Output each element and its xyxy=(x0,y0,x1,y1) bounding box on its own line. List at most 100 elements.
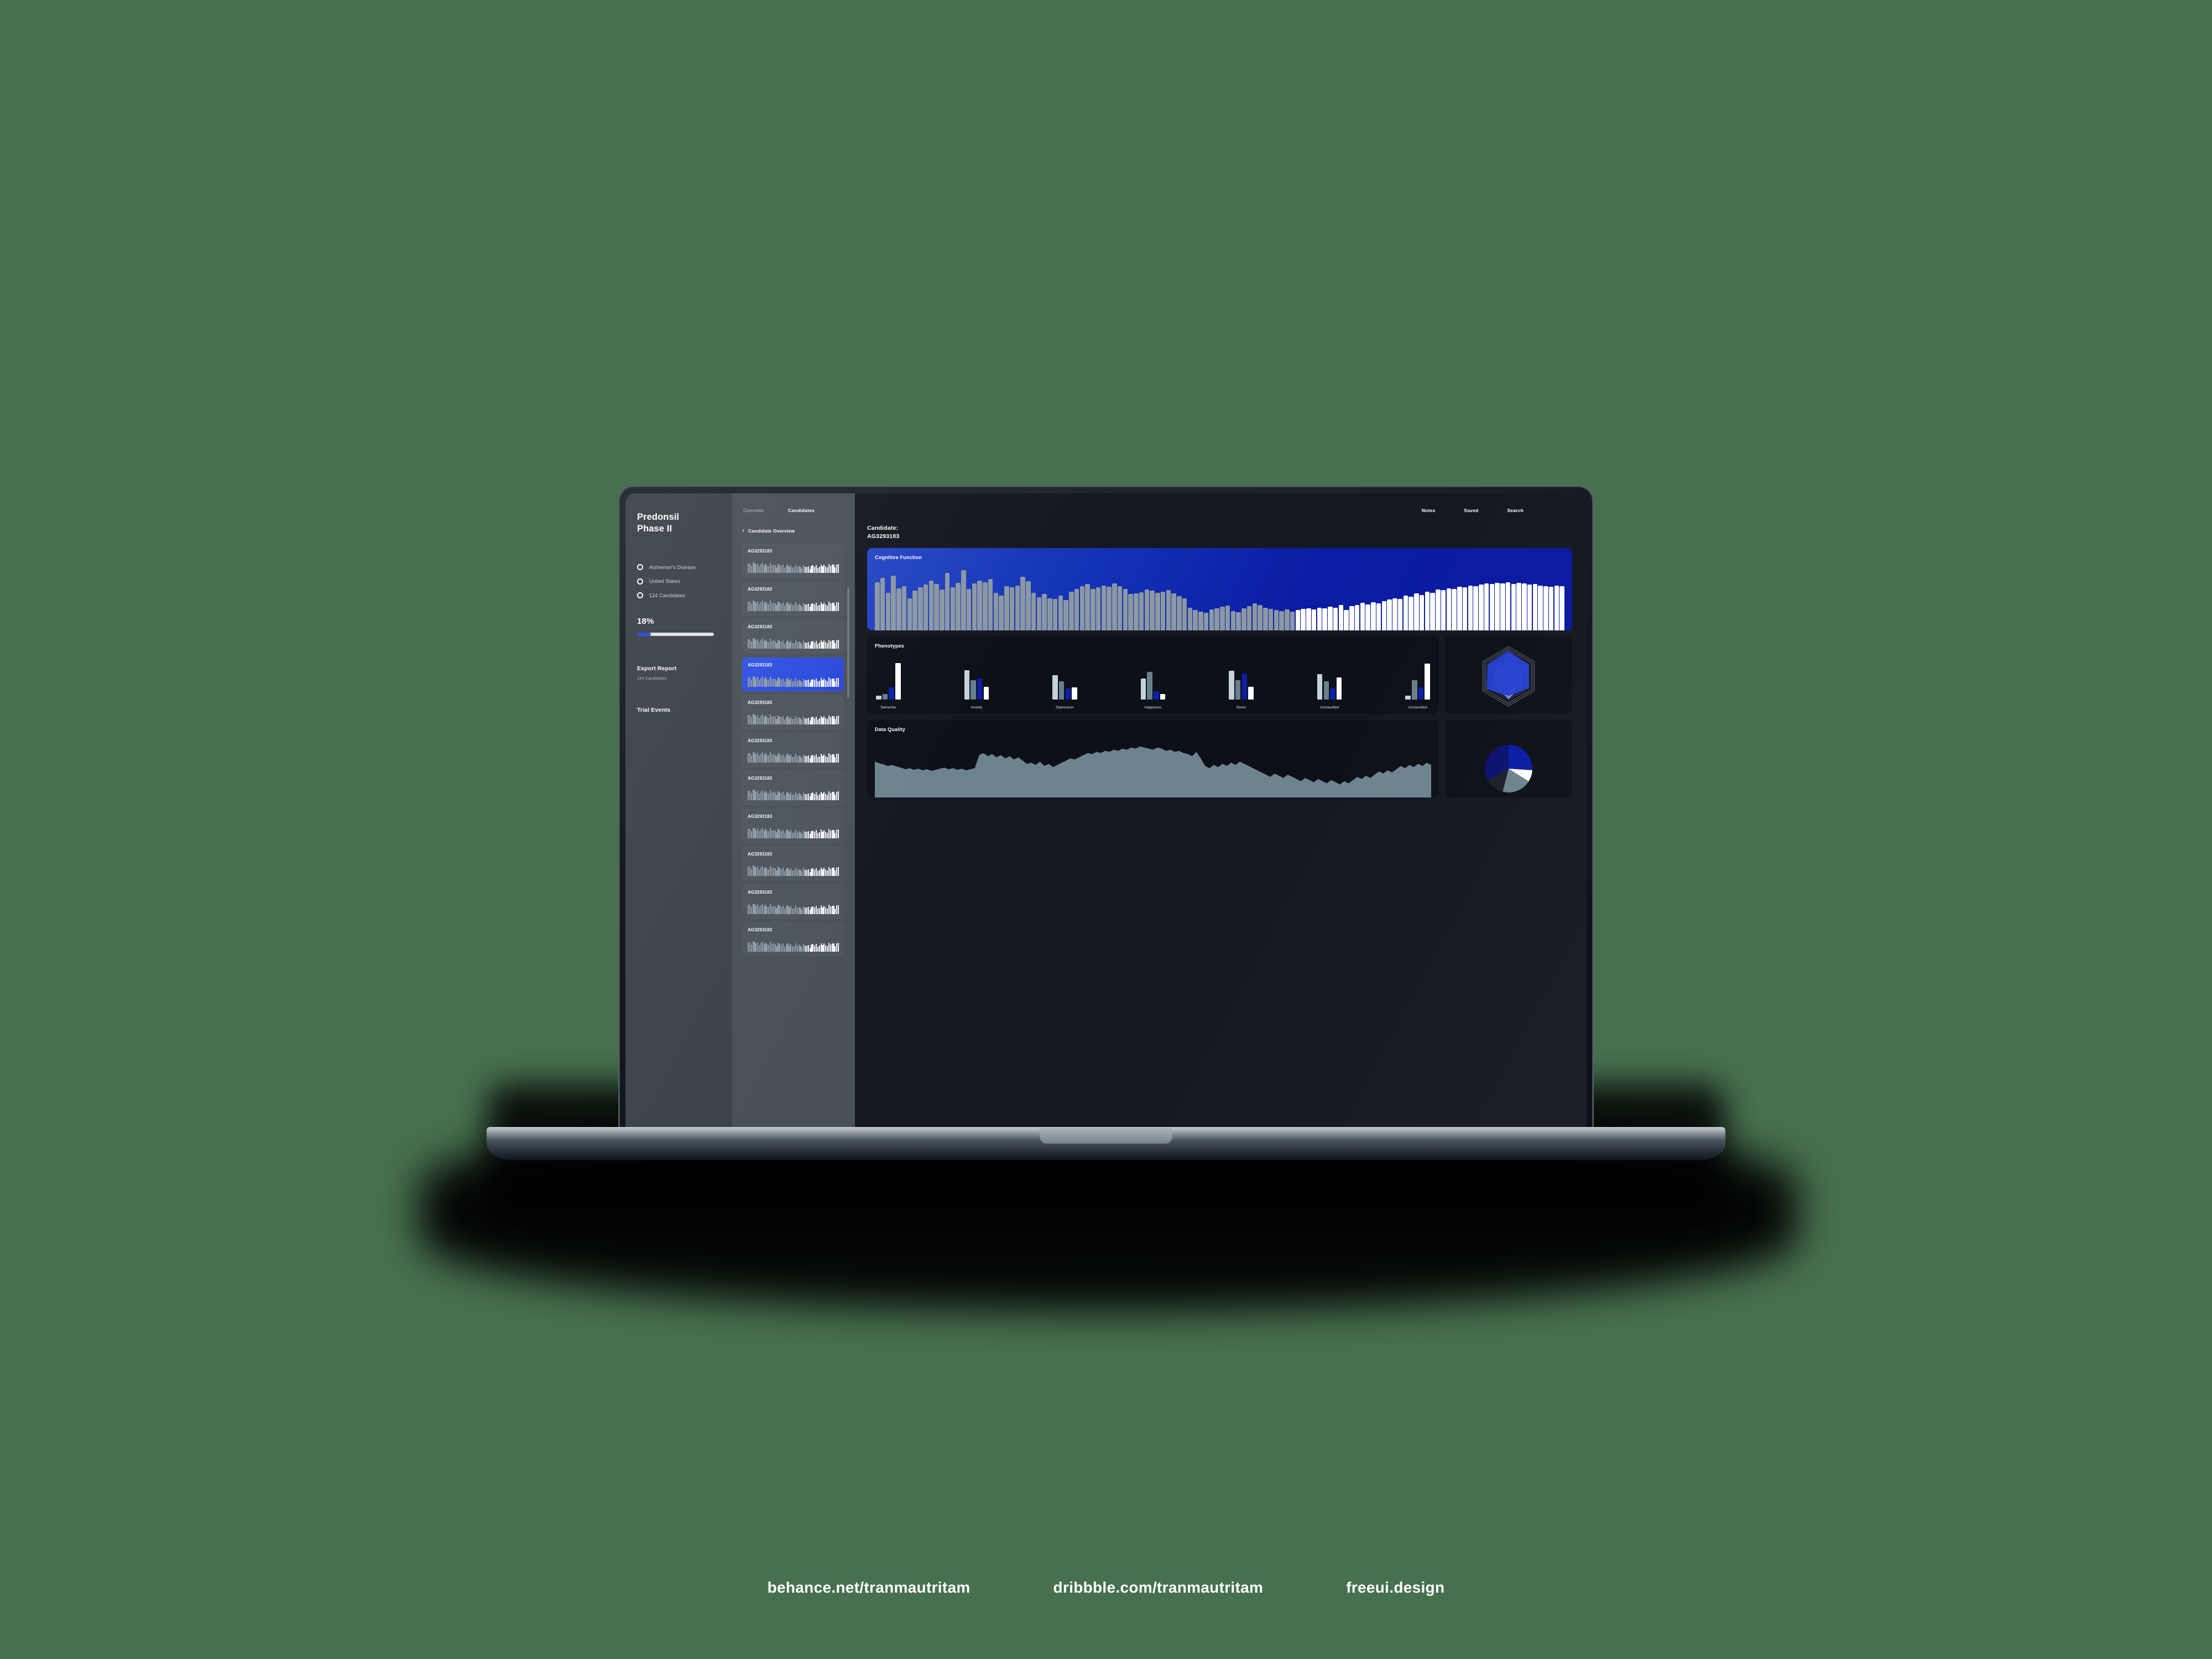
radar-card[interactable] xyxy=(1445,636,1572,714)
spark-bar xyxy=(754,828,755,838)
list-scrollbar[interactable] xyxy=(847,587,849,698)
tab-overview[interactable]: Overview xyxy=(743,508,764,513)
chevron-left-icon[interactable]: ‹ xyxy=(742,527,744,534)
spark-bar xyxy=(787,943,789,952)
spark-bar xyxy=(837,564,839,573)
bar xyxy=(1214,608,1219,630)
nav-notes[interactable]: Notes xyxy=(1422,508,1436,513)
bar xyxy=(1430,593,1435,630)
nav-search[interactable]: Search xyxy=(1507,508,1524,513)
radio-icon[interactable] xyxy=(637,592,643,599)
bar xyxy=(1139,592,1144,630)
credit-link[interactable]: behance.net/tranmautritam xyxy=(768,1579,971,1597)
pie-slice xyxy=(1509,744,1532,770)
spark-bar xyxy=(773,905,774,914)
filter-row-2[interactable]: 124 Candidates xyxy=(637,592,732,599)
filter-row-0[interactable]: Alzheimer's Disease xyxy=(637,564,732,571)
phenotype-group: Unclassified xyxy=(1405,660,1430,709)
spark-bar xyxy=(759,755,760,763)
spark-bar xyxy=(787,830,789,838)
list-item[interactable]: AG3293183 xyxy=(742,619,844,653)
spark-bar xyxy=(781,641,782,649)
spark-bar xyxy=(776,757,778,763)
radio-icon[interactable] xyxy=(637,578,643,585)
spark-bar xyxy=(822,566,823,573)
candidate-id: AG3293183 xyxy=(748,776,773,781)
pie-card[interactable] xyxy=(1445,719,1572,797)
spark-bar xyxy=(784,795,785,800)
spark-bar xyxy=(807,755,809,763)
breadcrumb[interactable]: ‹ Candidate Overview xyxy=(742,527,855,534)
spark-bar xyxy=(830,792,831,800)
spark-bar xyxy=(789,907,790,914)
nav-saved[interactable]: Saved xyxy=(1464,508,1478,513)
spark-bar xyxy=(776,870,778,876)
spark-bar xyxy=(765,715,766,724)
spark-bar xyxy=(814,642,816,649)
spark-bar xyxy=(798,717,800,724)
spark-bar xyxy=(811,906,812,914)
spark-bar xyxy=(754,676,755,687)
tab-candidates[interactable]: Candidates xyxy=(788,508,815,513)
list-item[interactable]: AG3293183 xyxy=(742,771,844,805)
spark-bar xyxy=(781,566,782,573)
spark-bar xyxy=(822,642,823,649)
phenotype-axis-label: Anxiety xyxy=(971,705,983,709)
spark-bar xyxy=(773,640,774,649)
list-item[interactable]: AG3293183 xyxy=(742,695,844,729)
spark-bar xyxy=(826,757,828,763)
spark-bar xyxy=(784,870,785,876)
credit-link[interactable]: freeui.design xyxy=(1346,1579,1444,1597)
spark-bar xyxy=(800,832,801,838)
spark-bar xyxy=(792,832,794,838)
phenotypes-card[interactable]: Phenotypes Dementia Anxiety Depression Happ… xyxy=(867,636,1439,714)
spark-bar xyxy=(781,869,782,876)
spark-bar xyxy=(790,754,792,763)
list-item[interactable]: AG3293183 xyxy=(742,922,844,956)
list-item[interactable]: AG3293183 xyxy=(742,847,844,880)
spark-bar xyxy=(779,943,781,952)
spark-bar xyxy=(834,605,836,611)
candidate-id: AG3293183 xyxy=(748,662,773,667)
spark-bar xyxy=(807,793,809,800)
progress-bar[interactable] xyxy=(637,633,714,636)
spark-bar xyxy=(776,567,778,573)
spark-bar xyxy=(811,717,812,724)
bar xyxy=(1311,609,1317,630)
bar xyxy=(882,694,888,700)
bar xyxy=(891,575,896,630)
bar xyxy=(999,595,1004,630)
list-item[interactable]: AG3293183 xyxy=(742,884,844,919)
list-item[interactable]: AG3293183 xyxy=(742,657,844,691)
spark-bar xyxy=(804,756,806,763)
bar xyxy=(1414,593,1419,630)
spark-bar xyxy=(807,680,809,687)
spark-bar xyxy=(757,714,759,724)
filter-row-1[interactable]: United States xyxy=(637,578,732,585)
spark-bar xyxy=(831,905,833,914)
bar xyxy=(1468,585,1473,630)
cognitive-function-card[interactable]: Cognitive Function xyxy=(867,547,1572,630)
progress-bar-fill xyxy=(637,633,651,636)
list-item[interactable]: AG3293183 xyxy=(742,581,844,615)
sidebar-item-export-report[interactable]: Export Report 124 Candidates xyxy=(637,665,732,681)
spark-bar xyxy=(785,868,787,876)
radio-icon[interactable] xyxy=(637,564,643,571)
list-item[interactable]: AG3293183 xyxy=(742,808,844,843)
sidebar-item-trial-events[interactable]: Trial Events xyxy=(637,707,732,713)
spark-bar xyxy=(834,719,836,724)
data-quality-card[interactable]: Data Quality xyxy=(867,719,1439,797)
spark-bar xyxy=(806,832,807,838)
spark-bar xyxy=(766,679,768,687)
spark-bar xyxy=(800,946,801,952)
spark-bar xyxy=(795,943,796,952)
spark-bar xyxy=(781,603,782,611)
filter-label: Alzheimer's Disease xyxy=(649,564,696,570)
list-item[interactable]: AG3293183 xyxy=(742,733,844,767)
spark-bar xyxy=(815,565,817,573)
spark-bar xyxy=(760,753,762,763)
bar xyxy=(1527,585,1532,630)
spark-bar xyxy=(757,601,759,611)
list-item[interactable]: AG3293183 xyxy=(742,544,844,577)
credit-link[interactable]: dribbble.com/tranmautritam xyxy=(1053,1579,1264,1597)
